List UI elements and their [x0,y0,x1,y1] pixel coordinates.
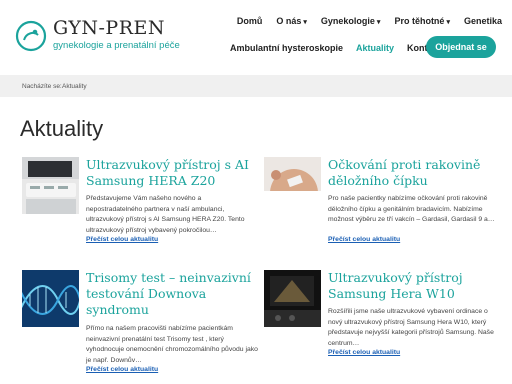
brand-name[interactable]: GYN-PREN [53,18,165,38]
secondary-nav: Ambulantní hysteroskopie Aktuality Konta… [230,43,446,53]
nav-item-home[interactable]: Domů [237,16,263,26]
news-excerpt: Přímo na našem pracovišti nabízíme pacie… [86,325,258,364]
nav-item-pregnant[interactable]: Pro těhotné ▾ [394,16,450,26]
dna-helix-thumbnail[interactable] [22,270,79,327]
news-card: Očkování proti rakovině děložního čípku … [264,157,499,267]
logo-icon[interactable] [15,20,47,52]
news-excerpt: Rozšířili jsme naše ultrazvukové vybaven… [328,308,494,347]
ultrasound-monitor-thumbnail[interactable] [264,270,321,327]
read-more-link[interactable]: Přečíst celou aktualitu [86,366,158,373]
nav-item-hysteroscopy[interactable]: Ambulantní hysteroskopie [230,43,343,53]
news-title[interactable]: Ultrazvukový přístroj s AI Samsung HERA … [86,157,261,189]
chevron-down-icon: ▾ [446,19,450,26]
news-title[interactable]: Očkování proti rakovině děložního čípku [328,157,503,189]
news-card: Ultrazvukový přístroj s AI Samsung HERA … [22,157,257,267]
page-title: Aktuality [20,116,104,141]
breadcrumb-prefix: Nacházíte se: [22,83,62,90]
news-card: Ultrazvukový přístroj Samsung Hera W10 R… [264,270,499,380]
news-title[interactable]: Trisomy test – neinvazivní testování Dow… [86,270,261,318]
primary-nav: Domů O nás ▾ Gynekologie ▾ Pro těhotné ▾ Ge… [237,16,502,26]
breadcrumb: Nacházíte se: Aktuality [0,75,512,97]
nav-item-gynecology[interactable]: Gynekologie ▾ [321,16,381,26]
news-card: Trisomy test – neinvazivní testování Dow… [22,270,258,380]
chevron-down-icon: ▾ [376,19,381,26]
chevron-down-icon: ▾ [303,19,307,26]
nav-item-news[interactable]: Aktuality [356,43,394,53]
news-excerpt: Pro naše pacientky nabízíme očkování pro… [328,195,495,223]
vaccination-thumbnail[interactable] [264,157,321,214]
nav-item-about[interactable]: O nás ▾ [276,16,307,26]
nav-item-genetics[interactable]: Genetika [464,16,502,26]
brand-tagline: gynekologie a prenatální péče [53,40,180,51]
site-header: GYN-PREN gynekologie a prenatální péče D… [0,0,512,74]
breadcrumb-current[interactable]: Aktuality [62,83,87,90]
book-appointment-button[interactable]: Objednat se [426,36,496,58]
read-more-link[interactable]: Přečíst celou aktualitu [86,236,158,243]
news-title[interactable]: Ultrazvukový přístroj Samsung Hera W10 [328,270,503,302]
read-more-link[interactable]: Přečíst celou aktualitu [328,349,400,356]
news-excerpt: Představujeme Vám našeho nového a nepost… [86,195,245,234]
ultrasound-machine-thumbnail[interactable] [22,157,79,214]
read-more-link[interactable]: Přečíst celou aktualitu [328,236,400,243]
